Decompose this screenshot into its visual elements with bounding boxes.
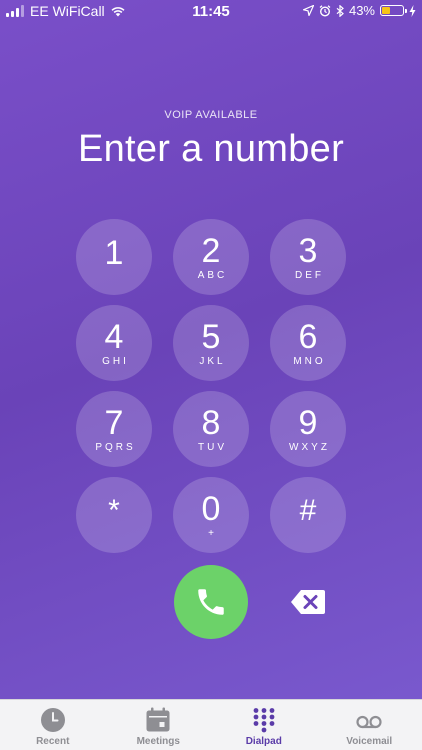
key-digit: 1 <box>104 234 124 272</box>
key-digit: 3 <box>298 231 318 270</box>
key-digit: 4 <box>104 317 124 356</box>
key-8[interactable]: 8 TUV <box>173 391 249 467</box>
key-6[interactable]: 6 MNO <box>270 305 346 381</box>
tab-voicemail[interactable]: Voicemail <box>317 700 422 750</box>
key-letters: JKL <box>199 355 226 367</box>
key-letters: GHI <box>102 355 129 367</box>
tab-label: Dialpad <box>245 736 282 747</box>
key-4[interactable]: 4 GHI <box>76 305 152 381</box>
key-7[interactable]: 7 PQRS <box>76 391 152 467</box>
delete-button[interactable] <box>290 589 326 615</box>
tab-meetings[interactable]: Meetings <box>106 700 212 750</box>
tab-label: Voicemail <box>346 736 393 747</box>
status-bar: EE WiFiCall 11:45 43% <box>0 0 422 22</box>
tab-label: Meetings <box>136 736 180 747</box>
charging-icon <box>409 4 416 17</box>
key-letters: MNO <box>293 355 326 367</box>
key-5[interactable]: 5 JKL <box>173 305 249 381</box>
tab-recent[interactable]: Recent <box>0 700 106 750</box>
key-letters: DEF <box>295 269 324 281</box>
key-digit: 2 <box>201 231 221 270</box>
calendar-icon <box>146 707 170 732</box>
clock-icon <box>40 708 65 732</box>
key-digit: * <box>108 494 120 527</box>
key-letters: + <box>208 527 217 539</box>
bluetooth-icon <box>336 4 344 17</box>
voip-status: VOIP AVAILABLE <box>164 109 258 121</box>
tab-dialpad[interactable]: Dialpad <box>211 700 317 750</box>
key-0[interactable]: 0 + <box>173 477 249 553</box>
key-digit: 0 <box>201 489 221 528</box>
tab-label: Recent <box>36 736 70 747</box>
call-button[interactable] <box>174 565 248 639</box>
key-2[interactable]: 2 ABC <box>173 219 249 295</box>
battery-percent: 43% <box>348 3 375 18</box>
location-icon <box>302 5 314 16</box>
voicemail-icon <box>356 715 382 729</box>
key-digit: 7 <box>104 403 124 442</box>
key-digit: 9 <box>298 403 318 442</box>
key-letters: ABC <box>197 269 228 281</box>
key-letters: TUV <box>198 441 227 453</box>
battery-icon <box>380 5 407 16</box>
number-display[interactable]: Enter a number <box>0 128 422 171</box>
key-star[interactable]: * <box>76 477 152 553</box>
key-digit: 5 <box>201 317 221 356</box>
battery-fill <box>382 7 390 14</box>
tab-bar: Recent Meetings Dialpad Voicemail <box>0 699 422 750</box>
key-9[interactable]: 9 WXYZ <box>270 391 346 467</box>
dialpad-icon <box>253 708 275 733</box>
key-letters: PQRS <box>95 441 136 453</box>
key-digit: 6 <box>298 317 318 356</box>
key-hash[interactable]: # <box>270 477 346 553</box>
backspace-icon <box>291 590 325 614</box>
key-letters: WXYZ <box>289 441 330 453</box>
key-digit: # <box>299 494 317 527</box>
alarm-icon <box>319 4 331 17</box>
key-3[interactable]: 3 DEF <box>270 219 346 295</box>
status-right: 43% <box>302 3 416 18</box>
key-digit: 8 <box>201 403 221 442</box>
key-1[interactable]: 1 <box>76 219 152 295</box>
phone-icon <box>198 589 224 615</box>
